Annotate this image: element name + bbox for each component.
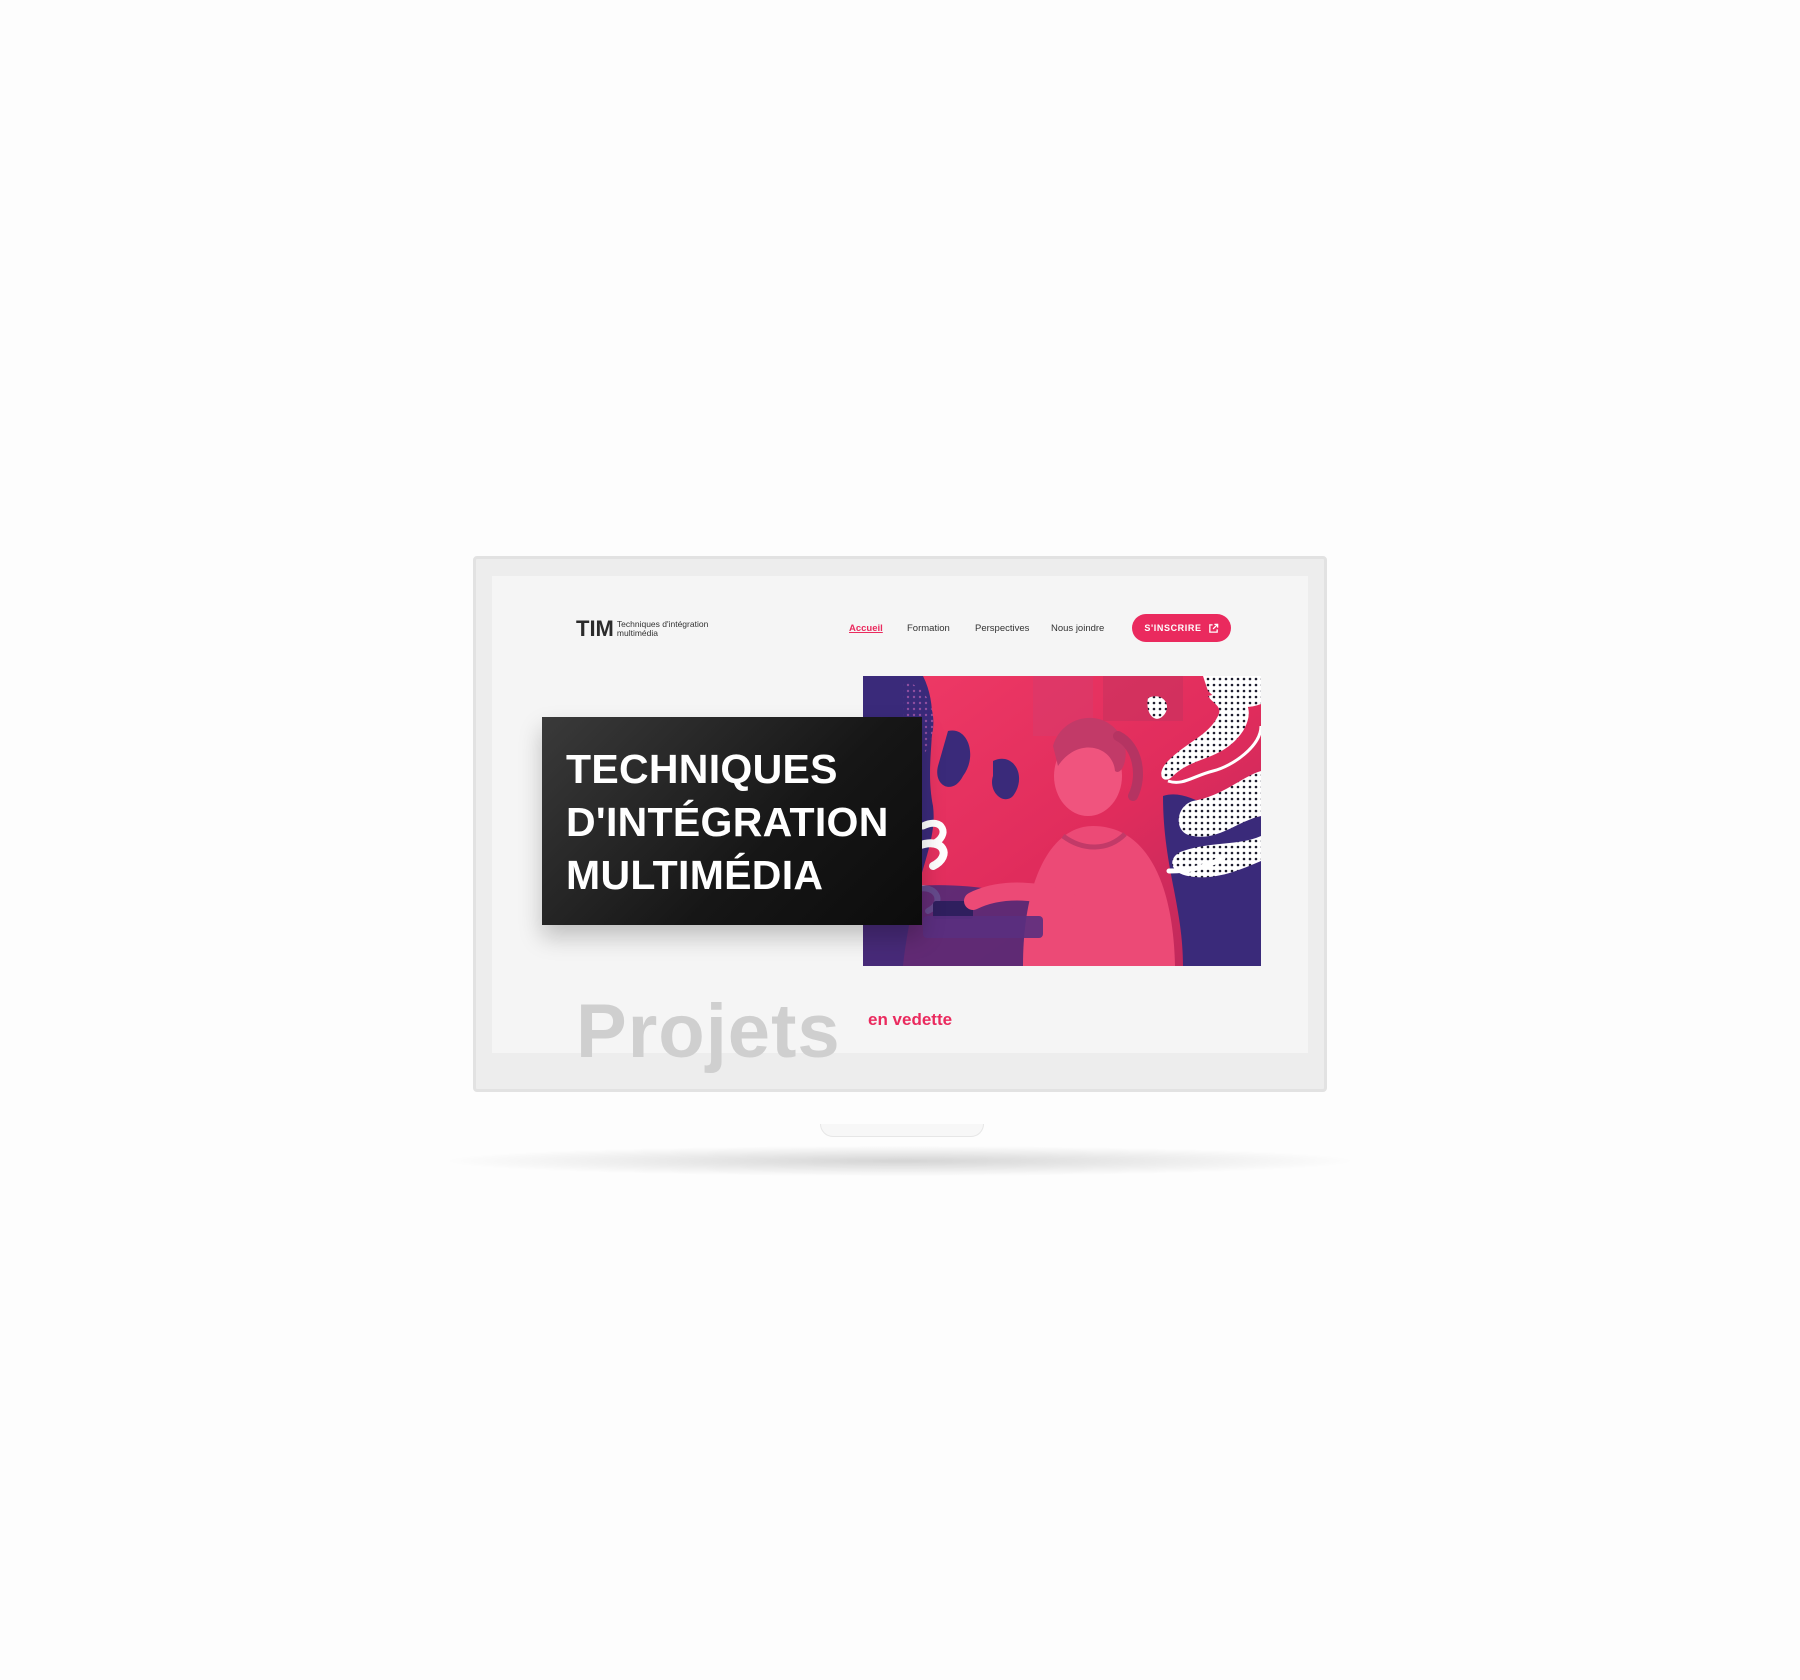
monitor-frame: TIM Techniques d'intégration multimédia … [473,556,1327,1092]
hero-image [863,676,1261,966]
nav-item-accueil[interactable]: Accueil [849,623,883,634]
logo-mark: TIM [576,616,614,641]
featured-projects-subtitle: en vedette [868,1010,953,1029]
featured-projects-title: Projets [576,989,841,1074]
monitor-shadow [450,1146,1350,1176]
signup-button-label: S'INSCRIRE [1144,623,1202,633]
site-logo[interactable]: TIM Techniques d'intégration multimédia [576,616,712,642]
external-link-icon [1208,623,1218,633]
website-screen: TIM Techniques d'intégration multimédia … [492,576,1308,1072]
nav-item-nous-joindre[interactable]: Nous joindre [1051,623,1104,634]
hero-photo-illustration [863,676,1261,966]
logo-text: Techniques d'intégration multimédia [616,619,709,638]
hero-title-line-2: D'INTÉGRATION [566,799,889,845]
monitor-stand [820,1124,984,1137]
hero-title-line-3: MULTIMÉDIA [566,852,824,898]
hero-title-box: TECHNIQUES D'INTÉGRATION MULTIMÉDIA [542,717,922,925]
signup-button[interactable]: S'INSCRIRE [1132,614,1231,642]
hero-title-line-1: TECHNIQUES [566,746,838,792]
nav-item-perspectives[interactable]: Perspectives [975,623,1029,634]
nav-item-formation[interactable]: Formation [907,623,950,634]
